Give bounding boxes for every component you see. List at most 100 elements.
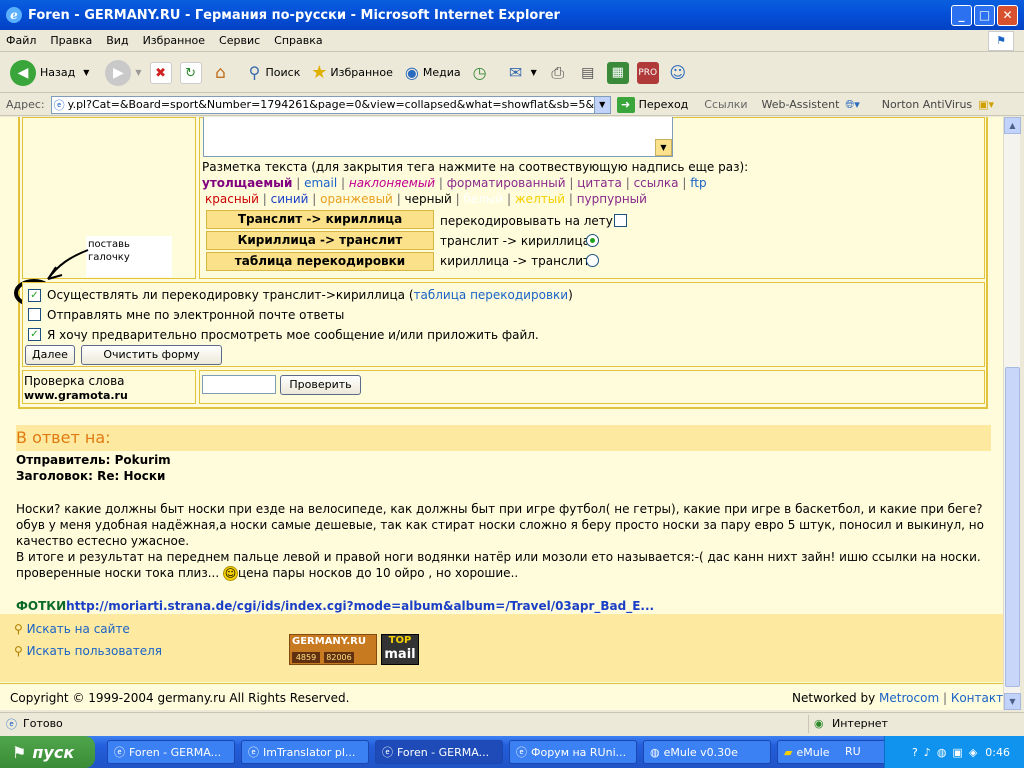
network-tray-icon[interactable]: ▣	[952, 746, 962, 759]
task-emule-app[interactable]: ◍ eMule v0.30e	[643, 740, 771, 764]
ie-icon: e	[6, 7, 22, 23]
clear-form-button[interactable]: Очистить форму	[81, 345, 222, 365]
volume-icon[interactable]: ♪	[924, 746, 931, 759]
photos-link[interactable]: http://moriarti.strana.de/cgi/ids/index.…	[66, 599, 654, 613]
vertical-scrollbar[interactable]: ▲ ▼	[1003, 117, 1021, 710]
norton-icon[interactable]: ▣▾	[978, 98, 994, 111]
go-button[interactable]: Переход	[639, 98, 689, 111]
home-icon[interactable]: ⌂	[210, 62, 232, 84]
links-button[interactable]: Ссылки	[704, 98, 747, 111]
color-blue[interactable]: синий	[271, 192, 309, 206]
mail-icon[interactable]: ✉	[505, 62, 527, 84]
back-dropdown-icon[interactable]: ▼	[83, 68, 89, 77]
stop-icon[interactable]: ✖	[149, 61, 172, 84]
magnifier-icon: ⚲	[14, 622, 23, 636]
markup-quote[interactable]: цитата	[577, 176, 622, 190]
menu-file[interactable]: Файл	[6, 34, 36, 47]
menu-edit[interactable]: Правка	[50, 34, 92, 47]
color-yellow[interactable]: желтый	[515, 192, 565, 206]
search-button[interactable]: ⚲ Поиск	[244, 62, 301, 84]
markup-link[interactable]: ссылка	[634, 176, 679, 190]
media-button[interactable]: ◉ Медиа	[401, 62, 461, 84]
metrocom-link[interactable]: Metrocom	[879, 691, 939, 705]
color-red[interactable]: красный	[205, 192, 259, 206]
markup-ftp[interactable]: ftp	[690, 176, 706, 190]
start-button[interactable]: ⚑ пуск	[0, 736, 95, 768]
email-replies-checkbox[interactable]	[28, 308, 41, 321]
next-button[interactable]: Далее	[25, 345, 75, 365]
norton-button[interactable]: Norton AntiVirus	[882, 98, 972, 111]
address-input[interactable]: ⓔ y.pl?Cat=&Board=sport&Number=1794261&p…	[50, 95, 611, 114]
translit-mode-1-radio[interactable]	[586, 234, 599, 247]
print-icon[interactable]: ⎙	[547, 62, 569, 84]
status-bar: ⓔ Готово ◉ Интернет	[0, 712, 1024, 734]
task-runi-forum[interactable]: ⓔ Форум на RUni...	[509, 740, 637, 764]
markup-bold[interactable]: утолщаемый	[202, 176, 292, 190]
address-dropdown-icon[interactable]: ▼	[593, 96, 610, 113]
germany-ru-counter-badge[interactable]: GERMANY.RU 4859 82006	[289, 634, 377, 665]
refresh-icon[interactable]: ↻	[179, 61, 202, 84]
textarea-scroll-down-icon[interactable]: ▼	[655, 139, 672, 156]
copyright-text: Copyright © 1999-2004 germany.ru All Rig…	[10, 691, 350, 705]
scroll-down-icon[interactable]: ▼	[1004, 693, 1021, 710]
discuss-icon[interactable]: ▦	[606, 61, 629, 84]
menu-view[interactable]: Вид	[106, 34, 128, 47]
top-mail-badge[interactable]: TOP mail	[381, 634, 419, 665]
wordcheck-input[interactable]	[202, 375, 276, 394]
history-icon[interactable]: ◷	[469, 62, 491, 84]
markup-italic[interactable]: наклоняемый	[349, 176, 435, 190]
emule-tray-icon[interactable]: ◍	[937, 746, 947, 759]
address-bar: Адрес: ⓔ y.pl?Cat=&Board=sport&Number=17…	[0, 94, 1024, 116]
gramota-link[interactable]: www.gramota.ru	[24, 389, 128, 402]
antivirus-tray-icon[interactable]: ◈	[969, 746, 977, 759]
close-button[interactable]: ✕	[997, 5, 1018, 26]
footer-search-area: ⚲ Искать на сайте ⚲ Искать пользователя …	[0, 614, 1003, 682]
preview-checkbox[interactable]: ✓	[28, 328, 41, 341]
back-button[interactable]: ◀ Назад ▼	[10, 59, 89, 86]
minimize-button[interactable]: _	[951, 5, 972, 26]
research-icon[interactable]: PRO	[636, 61, 659, 84]
color-white[interactable]: белый	[463, 192, 503, 206]
globe-icon[interactable]: 🌐︎▾	[845, 98, 859, 112]
menu-help[interactable]: Справка	[274, 34, 322, 47]
search-user-link[interactable]: ⚲ Искать пользователя	[14, 644, 162, 658]
markup-formatted[interactable]: форматированный	[447, 176, 566, 190]
translit-to-cyrillic-button[interactable]: Транслит -> кириллица	[206, 210, 434, 229]
message-textarea[interactable]: ▼	[203, 117, 673, 157]
forward-arrow-icon: ▶	[105, 59, 132, 86]
task-foren-1[interactable]: ⓔ Foren - GERMA...	[107, 740, 235, 764]
menu-favorites[interactable]: Избранное	[143, 34, 205, 47]
search-site-link[interactable]: ⚲ Искать на сайте	[14, 622, 130, 636]
check-word-button[interactable]: Проверить	[280, 375, 361, 395]
translit-table-link[interactable]: таблица перекодировки	[414, 288, 569, 302]
task-foren-2[interactable]: ⓔ Foren - GERMA...	[375, 740, 503, 764]
messenger-icon[interactable]: ☺	[667, 62, 689, 84]
translit-mode-2-radio[interactable]	[586, 254, 599, 267]
contact-link[interactable]: Контакт	[951, 691, 1003, 705]
menu-tools[interactable]: Сервис	[219, 34, 260, 47]
language-indicator[interactable]: RU	[845, 745, 861, 758]
cyrillic-to-translit-button[interactable]: Кириллица -> транслит	[206, 231, 434, 250]
help-tray-icon[interactable]: ?	[912, 746, 918, 759]
scroll-thumb[interactable]	[1005, 367, 1020, 687]
color-orange[interactable]: оранжевый	[320, 192, 393, 206]
mail-dropdown-icon[interactable]: ▼	[531, 68, 537, 77]
color-purple[interactable]: пурпурный	[577, 192, 647, 206]
scroll-up-icon[interactable]: ▲	[1004, 117, 1021, 134]
translit-live-checkbox[interactable]	[614, 214, 627, 227]
email-replies-label: Отправлять мне по электронной почте отве…	[47, 308, 345, 322]
translit-table-button[interactable]: таблица перекодировки	[206, 252, 434, 271]
markup-email[interactable]: email	[304, 176, 337, 190]
maximize-button[interactable]: □	[974, 5, 995, 26]
edit-icon[interactable]: ▤	[577, 62, 599, 84]
forward-dropdown-icon[interactable]: ▼	[135, 68, 141, 77]
translit-encode-checkbox[interactable]: ✓	[28, 289, 41, 302]
color-black[interactable]: черный	[405, 192, 452, 206]
task-imtranslator[interactable]: ⓔ ImTranslator pl...	[241, 740, 369, 764]
forward-button[interactable]: ▶ ▼	[105, 59, 142, 86]
web-assistant-button[interactable]: Web-Assistent	[762, 98, 840, 111]
favorites-button[interactable]: ★ Избранное	[308, 62, 393, 84]
windows-logo-icon: ⚑	[988, 31, 1014, 51]
go-arrow-icon[interactable]: ➜	[616, 96, 635, 113]
internet-zone-icon: ◉	[814, 717, 824, 730]
